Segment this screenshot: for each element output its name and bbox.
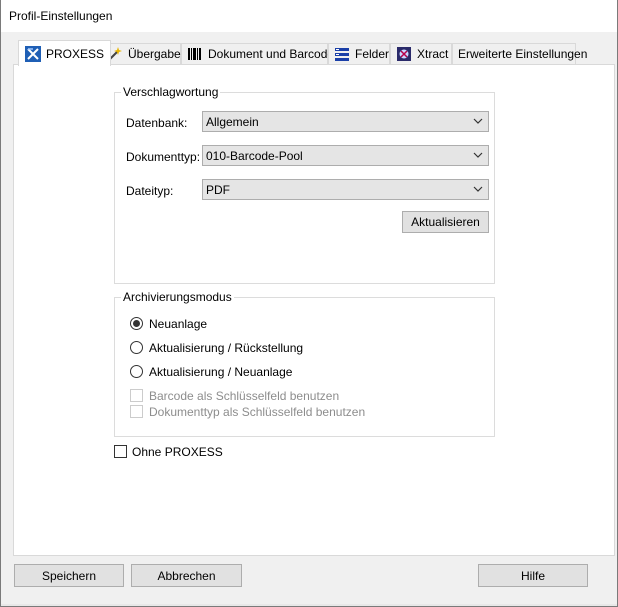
barcode-schluesselfeld-label: Barcode als Schlüsselfeld benutzen (149, 389, 340, 403)
tab-proxess[interactable]: PROXESS (18, 40, 112, 66)
tab-uebergabe[interactable]: Übergabe (101, 43, 181, 64)
dateityp-label: Dateityp: (126, 184, 174, 198)
group-legend: Verschlagwortung (121, 85, 221, 99)
chevron-down-icon (473, 149, 483, 161)
speichern-button[interactable]: Speichern (14, 564, 124, 587)
datenbank-select[interactable]: Allgemein (202, 111, 489, 132)
hilfe-button[interactable]: Hilfe (478, 564, 588, 587)
tab-felder[interactable]: Felder (328, 43, 390, 64)
ohne-proxess-checkbox[interactable] (114, 445, 127, 458)
tab-label: Felder (355, 47, 390, 61)
select-value: 010-Barcode-Pool (206, 148, 303, 163)
tab-dokument-barcode[interactable]: Dokument und Barcode (181, 43, 334, 64)
tab-label: Erweiterte Einstellungen (458, 47, 588, 61)
title-bar: Profil-Einstellungen (0, 0, 618, 32)
barcode-schluesselfeld-checkbox[interactable] (130, 389, 143, 402)
dokumenttyp-select[interactable]: 010-Barcode-Pool (202, 145, 489, 166)
proxess-icon (25, 45, 41, 62)
fields-icon (334, 46, 350, 62)
datenbank-label: Datenbank: (126, 116, 188, 130)
window-title: Profil-Einstellungen (9, 9, 113, 23)
verschlagwortung-group: Verschlagwortung Datenbank: Allgemein Do… (114, 85, 495, 284)
tab-label: Dokument und Barcode (208, 47, 335, 61)
tab-xtract[interactable]: Xtract (390, 43, 452, 64)
tab-label: PROXESS (46, 46, 105, 61)
aktualisierung-neuanlage-radio[interactable] (130, 365, 143, 378)
aktualisierung-rueckstellung-radio[interactable] (130, 341, 143, 354)
xtract-icon (396, 46, 412, 62)
dokumenttyp-label: Dokumenttyp: (126, 150, 201, 164)
barcode-icon (187, 46, 203, 62)
tab-panel-proxess: Verschlagwortung Datenbank: Allgemein Do… (13, 64, 615, 556)
ohne-proxess-label[interactable]: Ohne PROXESS (132, 445, 223, 459)
aktualisieren-button[interactable]: Aktualisieren (402, 211, 489, 233)
dokumenttyp-schluesselfeld-label: Dokumenttyp als Schlüsselfeld benutzen (149, 405, 366, 419)
tab-erweiterte-einstellungen[interactable]: Erweiterte Einstellungen (452, 43, 587, 64)
abbrechen-button[interactable]: Abbrechen (131, 564, 242, 587)
neuanlage-label[interactable]: Neuanlage (149, 317, 207, 331)
select-value: Allgemein (206, 114, 259, 129)
neuanlage-radio[interactable] (130, 317, 143, 330)
archivierungsmodus-group: Archivierungsmodus Neuanlage Aktualisier… (114, 290, 495, 437)
tab-label: Xtract (417, 47, 449, 61)
select-value: PDF (206, 182, 230, 197)
chevron-down-icon (473, 115, 483, 127)
chevron-down-icon (473, 183, 483, 195)
dateityp-select[interactable]: PDF (202, 179, 489, 200)
aktualisierung-neuanlage-label[interactable]: Aktualisierung / Neuanlage (149, 365, 292, 379)
group-legend: Archivierungsmodus (121, 290, 234, 304)
tab-label: Übergabe (128, 47, 181, 61)
aktualisierung-rueckstellung-label[interactable]: Aktualisierung / Rückstellung (149, 341, 303, 355)
dokumenttyp-schluesselfeld-checkbox[interactable] (130, 405, 143, 418)
